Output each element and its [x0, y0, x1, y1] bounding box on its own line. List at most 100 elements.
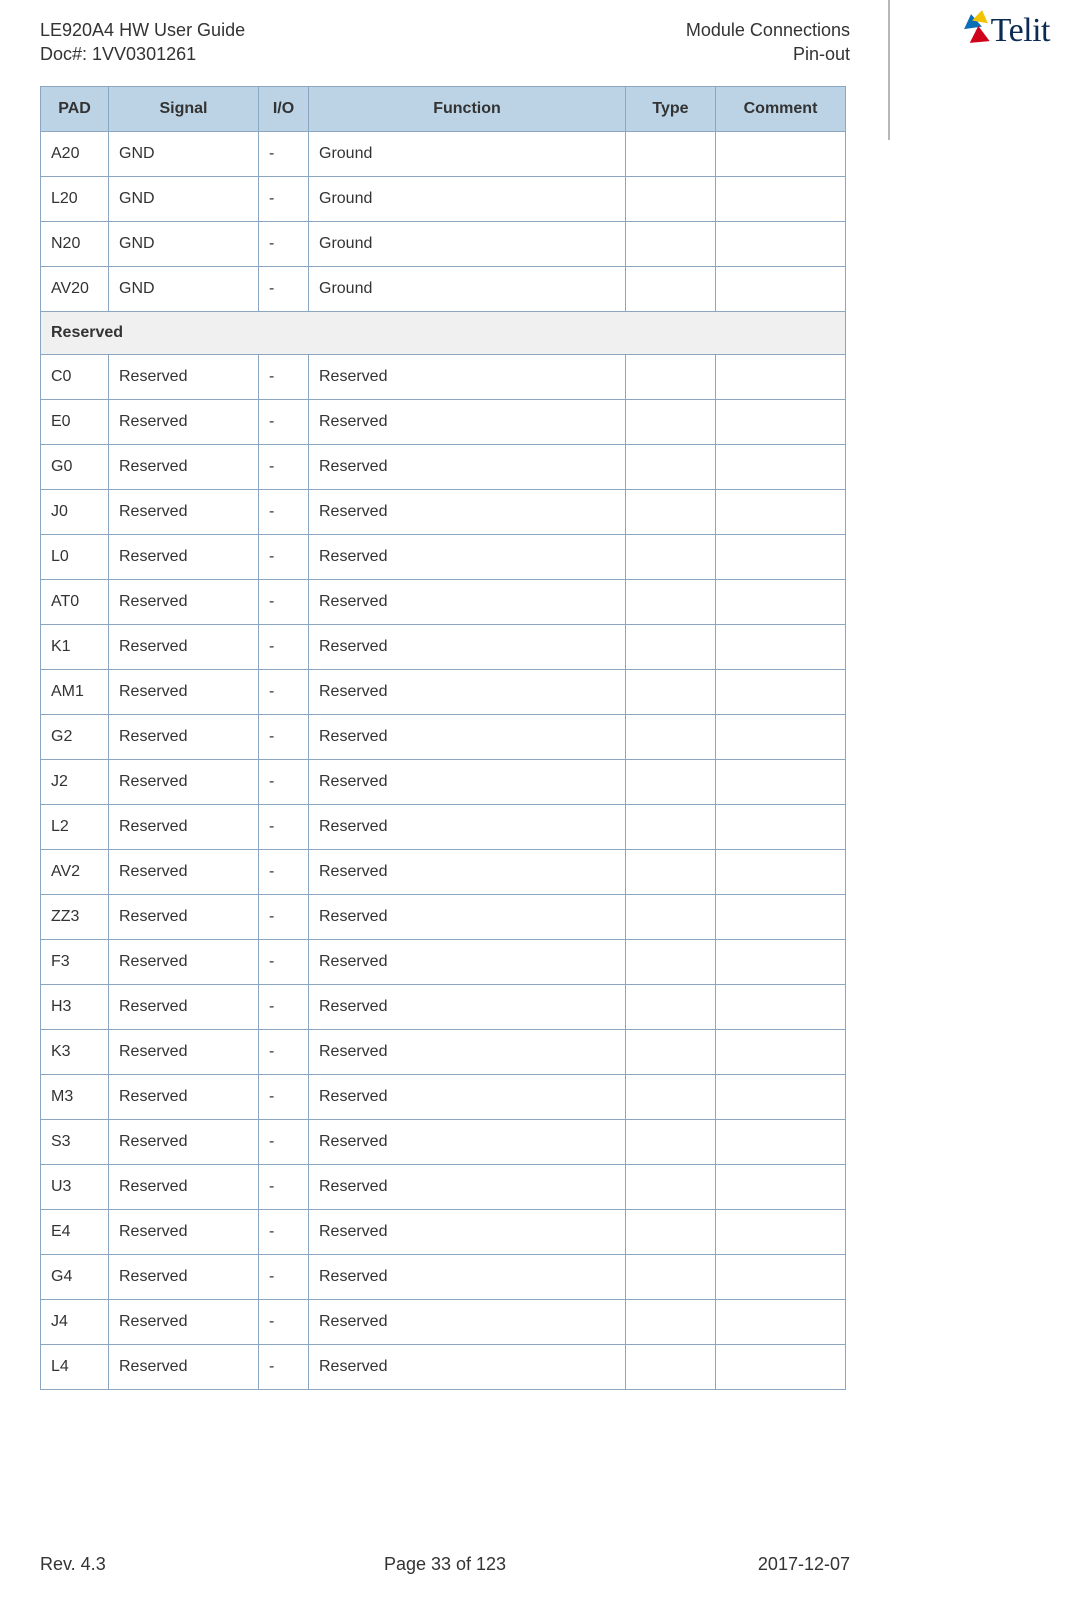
pinout-table-container: PAD Signal I/O Function Type Comment A20…	[40, 86, 845, 1390]
table-section-row: Reserved	[41, 312, 846, 355]
cell-io: -	[259, 1075, 309, 1120]
cell-io: -	[259, 940, 309, 985]
cell-signal: Reserved	[109, 715, 259, 760]
cell-pad: E0	[41, 400, 109, 445]
cell-pad: AV2	[41, 850, 109, 895]
table-row: K1Reserved-Reserved	[41, 625, 846, 670]
table-row: A20GND-Ground	[41, 132, 846, 177]
cell-comment	[716, 355, 846, 400]
cell-function: Reserved	[309, 895, 626, 940]
table-row: AV20GND-Ground	[41, 267, 846, 312]
cell-pad: L0	[41, 535, 109, 580]
cell-function: Reserved	[309, 580, 626, 625]
cell-pad: C0	[41, 355, 109, 400]
cell-signal: Reserved	[109, 985, 259, 1030]
cell-signal: Reserved	[109, 805, 259, 850]
cell-pad: H3	[41, 985, 109, 1030]
cell-function: Reserved	[309, 715, 626, 760]
cell-type	[626, 535, 716, 580]
cell-comment	[716, 1255, 846, 1300]
cell-function: Reserved	[309, 1345, 626, 1390]
cell-signal: Reserved	[109, 625, 259, 670]
cell-type	[626, 760, 716, 805]
cell-type	[626, 895, 716, 940]
cell-type	[626, 805, 716, 850]
pinout-table: PAD Signal I/O Function Type Comment A20…	[40, 86, 846, 1390]
cell-function: Reserved	[309, 670, 626, 715]
table-row: U3Reserved-Reserved	[41, 1165, 846, 1210]
table-row: F3Reserved-Reserved	[41, 940, 846, 985]
cell-type	[626, 985, 716, 1030]
footer-page: Page 33 of 123	[190, 1554, 700, 1575]
cell-type	[626, 177, 716, 222]
cell-signal: GND	[109, 132, 259, 177]
cell-pad: AM1	[41, 670, 109, 715]
cell-pad: G4	[41, 1255, 109, 1300]
cell-function: Reserved	[309, 625, 626, 670]
cell-comment	[716, 625, 846, 670]
cell-type	[626, 1255, 716, 1300]
col-function: Function	[309, 87, 626, 132]
cell-type	[626, 580, 716, 625]
cell-function: Reserved	[309, 1165, 626, 1210]
cell-type	[626, 715, 716, 760]
cell-io: -	[259, 850, 309, 895]
cell-pad: ZZ3	[41, 895, 109, 940]
col-comment: Comment	[716, 87, 846, 132]
cell-function: Reserved	[309, 760, 626, 805]
cell-pad: S3	[41, 1120, 109, 1165]
table-body: A20GND-GroundL20GND-GroundN20GND-GroundA…	[41, 132, 846, 1390]
page-header: LE920A4 HW User Guide Doc#: 1VV0301261 M…	[40, 18, 850, 67]
cell-function: Reserved	[309, 985, 626, 1030]
table-row: S3Reserved-Reserved	[41, 1120, 846, 1165]
cell-pad: K3	[41, 1030, 109, 1075]
cell-comment	[716, 267, 846, 312]
cell-signal: Reserved	[109, 355, 259, 400]
cell-signal: Reserved	[109, 400, 259, 445]
table-row: L2Reserved-Reserved	[41, 805, 846, 850]
col-type: Type	[626, 87, 716, 132]
cell-comment	[716, 1075, 846, 1120]
cell-function: Reserved	[309, 490, 626, 535]
cell-io: -	[259, 177, 309, 222]
cell-comment	[716, 1345, 846, 1390]
cell-pad: AT0	[41, 580, 109, 625]
table-row: AV2Reserved-Reserved	[41, 850, 846, 895]
cell-io: -	[259, 1030, 309, 1075]
cell-function: Ground	[309, 177, 626, 222]
cell-signal: Reserved	[109, 1345, 259, 1390]
cell-signal: Reserved	[109, 1300, 259, 1345]
cell-pad: J0	[41, 490, 109, 535]
cell-comment	[716, 177, 846, 222]
cell-io: -	[259, 1210, 309, 1255]
cell-comment	[716, 400, 846, 445]
cell-function: Reserved	[309, 535, 626, 580]
cell-io: -	[259, 760, 309, 805]
cell-function: Reserved	[309, 355, 626, 400]
section-title: Module Connections	[686, 18, 850, 42]
cell-signal: Reserved	[109, 445, 259, 490]
cell-io: -	[259, 400, 309, 445]
cell-signal: GND	[109, 177, 259, 222]
cell-pad: L20	[41, 177, 109, 222]
cell-type	[626, 1210, 716, 1255]
cell-function: Ground	[309, 267, 626, 312]
table-row: J0Reserved-Reserved	[41, 490, 846, 535]
logo-mark-icon	[963, 10, 993, 50]
cell-type	[626, 132, 716, 177]
cell-pad: L2	[41, 805, 109, 850]
doc-number: Doc#: 1VV0301261	[40, 42, 245, 66]
cell-function: Ground	[309, 222, 626, 267]
cell-pad: U3	[41, 1165, 109, 1210]
cell-signal: Reserved	[109, 490, 259, 535]
cell-type	[626, 1345, 716, 1390]
cell-pad: G2	[41, 715, 109, 760]
col-io: I/O	[259, 87, 309, 132]
cell-io: -	[259, 355, 309, 400]
table-header-row: PAD Signal I/O Function Type Comment	[41, 87, 846, 132]
cell-io: -	[259, 715, 309, 760]
table-row: L0Reserved-Reserved	[41, 535, 846, 580]
col-signal: Signal	[109, 87, 259, 132]
table-row: G4Reserved-Reserved	[41, 1255, 846, 1300]
cell-comment	[716, 985, 846, 1030]
